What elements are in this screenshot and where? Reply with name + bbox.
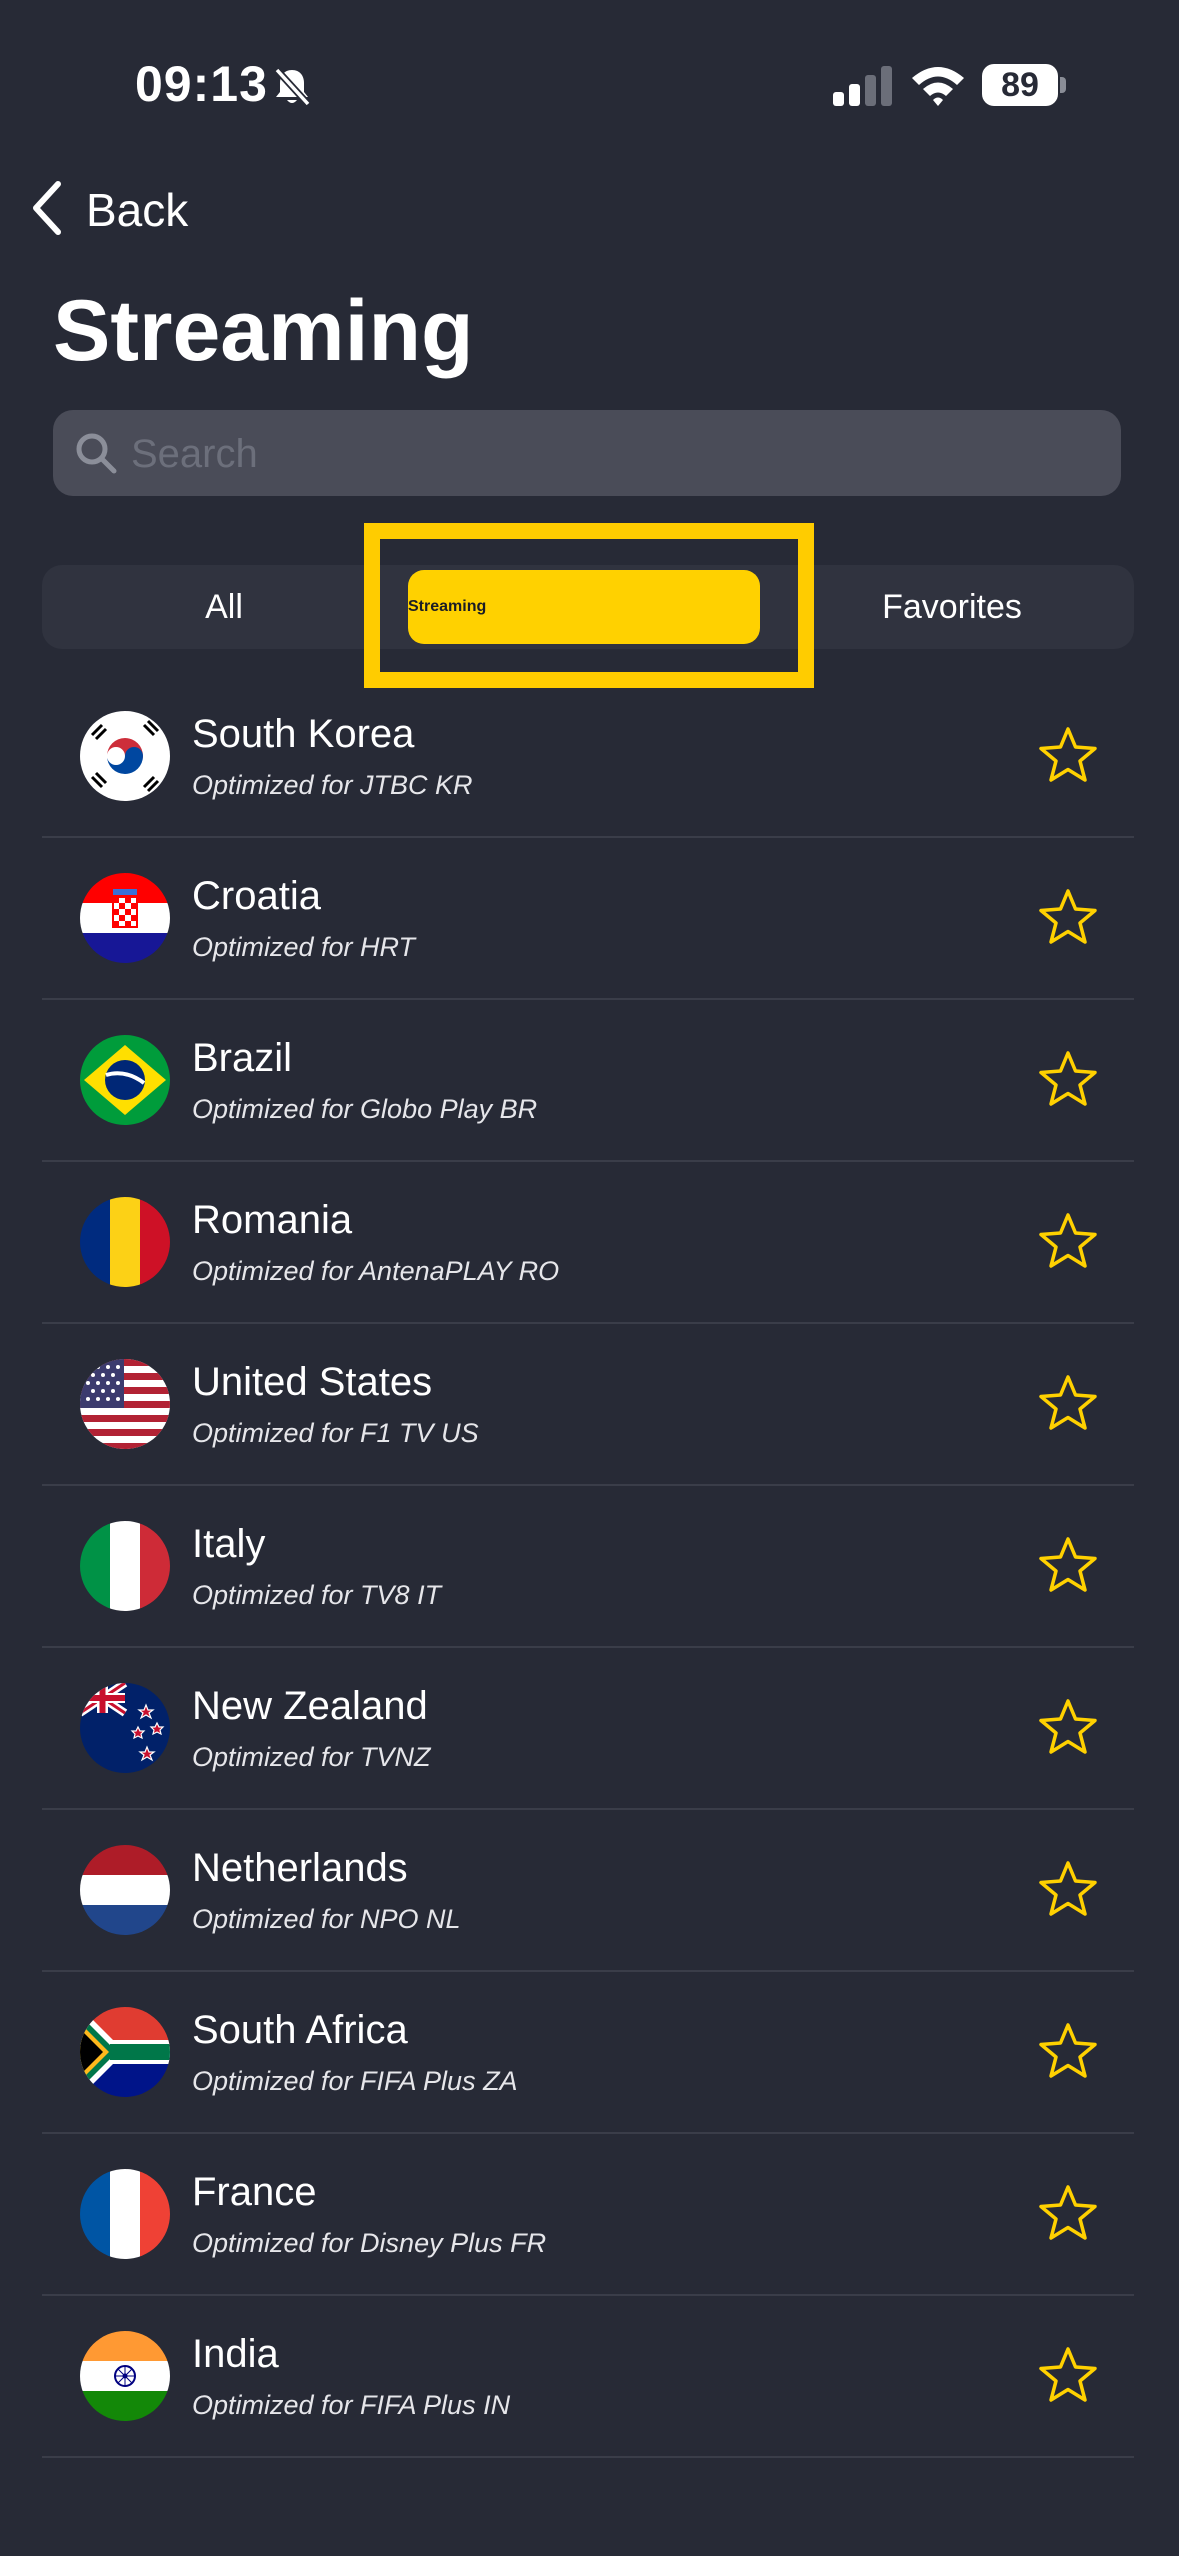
nz-flag-icon <box>80 1683 170 1773</box>
country-name: South Korea <box>192 712 415 756</box>
server-subtitle: Optimized for FIFA Plus ZA <box>192 2066 518 2096</box>
chevron-left-icon <box>30 180 64 241</box>
search-input[interactable] <box>129 410 1093 498</box>
server-subtitle: Optimized for F1 TV US <box>192 1418 479 1448</box>
search-bar[interactable] <box>53 410 1121 498</box>
us-flag-icon <box>80 1359 170 1449</box>
in-flag-icon <box>80 2331 170 2421</box>
battery-indicator: 89 <box>982 64 1066 106</box>
favorite-star-icon[interactable] <box>1038 2184 1098 2247</box>
favorite-star-icon[interactable] <box>1038 888 1098 951</box>
nl-flag-icon <box>80 1845 170 1935</box>
list-item[interactable]: United States Optimized for F1 TV US <box>42 1324 1134 1486</box>
favorite-star-icon[interactable] <box>1038 726 1098 789</box>
highlight-box <box>364 523 814 688</box>
server-subtitle: Optimized for Globo Play BR <box>192 1094 538 1124</box>
country-name: Romania <box>192 1198 353 1242</box>
list-item[interactable]: France Optimized for Disney Plus FR <box>42 2134 1134 2296</box>
country-name: Croatia <box>192 874 321 918</box>
server-subtitle: Optimized for TV8 IT <box>192 1580 442 1610</box>
za-flag-icon <box>80 2007 170 2097</box>
server-subtitle: Optimized for TVNZ <box>192 1742 431 1772</box>
list-item[interactable]: India Optimized for FIFA Plus IN <box>42 2296 1134 2458</box>
country-name: India <box>192 2332 279 2376</box>
country-name: Brazil <box>192 1036 293 1080</box>
list-item[interactable]: Croatia Optimized for HRT <box>42 838 1134 1000</box>
country-name: Netherlands <box>192 1846 408 1890</box>
country-name: France <box>192 2170 317 2214</box>
it-flag-icon <box>80 1521 170 1611</box>
favorite-star-icon[interactable] <box>1038 1050 1098 1113</box>
favorite-star-icon[interactable] <box>1038 2022 1098 2085</box>
list-item[interactable]: Romania Optimized for AntenaPLAY RO <box>42 1162 1134 1324</box>
server-subtitle: Optimized for AntenaPLAY RO <box>192 1256 560 1286</box>
server-subtitle: Optimized for JTBC KR <box>192 770 473 800</box>
server-subtitle: Optimized for HRT <box>192 932 416 962</box>
tab-all[interactable]: All <box>42 565 406 649</box>
fr-flag-icon <box>80 2169 170 2259</box>
br-flag-icon <box>80 1035 170 1125</box>
favorite-star-icon[interactable] <box>1038 1536 1098 1599</box>
list-item[interactable]: New Zealand Optimized for TVNZ <box>42 1648 1134 1810</box>
list-item[interactable]: South Korea Optimized for JTBC KR <box>42 676 1134 838</box>
favorite-star-icon[interactable] <box>1038 2346 1098 2409</box>
ro-flag-icon <box>80 1197 170 1287</box>
country-name: New Zealand <box>192 1684 428 1728</box>
kr-flag-icon <box>80 711 170 801</box>
server-subtitle: Optimized for NPO NL <box>192 1904 461 1934</box>
page-title: Streaming <box>53 283 474 379</box>
battery-level: 89 <box>1001 66 1039 104</box>
list-item[interactable]: Brazil Optimized for Globo Play BR <box>42 1000 1134 1162</box>
back-label: Back <box>86 184 189 236</box>
server-subtitle: Optimized for Disney Plus FR <box>192 2228 547 2258</box>
status-time: 09:13 <box>135 56 268 112</box>
favorite-star-icon[interactable] <box>1038 1212 1098 1275</box>
back-button[interactable]: Back <box>30 180 188 240</box>
server-subtitle: Optimized for FIFA Plus IN <box>192 2390 511 2420</box>
wifi-icon <box>910 62 966 111</box>
list-item[interactable]: South Africa Optimized for FIFA Plus ZA <box>42 1972 1134 2134</box>
status-bar: 09:13 89 <box>0 0 1179 170</box>
list-item[interactable]: Italy Optimized for TV8 IT <box>42 1486 1134 1648</box>
favorite-star-icon[interactable] <box>1038 1374 1098 1437</box>
country-name: South Africa <box>192 2008 408 2052</box>
favorite-star-icon[interactable] <box>1038 1698 1098 1761</box>
country-name: Italy <box>192 1522 266 1566</box>
hr-flag-icon <box>80 873 170 963</box>
cell-signal-icon <box>833 66 895 111</box>
server-list: South Korea Optimized for JTBC KR Croati… <box>42 676 1134 2458</box>
tab-favorites[interactable]: Favorites <box>770 565 1134 649</box>
list-item[interactable]: Netherlands Optimized for NPO NL <box>42 1810 1134 1972</box>
country-name: United States <box>192 1360 433 1404</box>
bell-muted-icon <box>272 66 312 113</box>
favorite-star-icon[interactable] <box>1038 1860 1098 1923</box>
search-icon <box>73 430 119 481</box>
